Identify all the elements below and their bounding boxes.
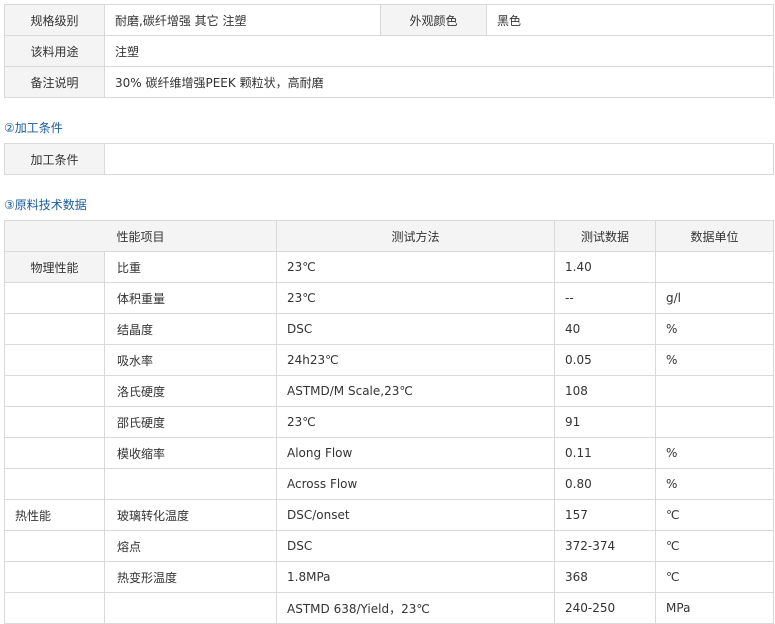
category-cell [4, 375, 105, 407]
table-row: 热变形温度 1.8MPa 368 ℃ [4, 561, 775, 593]
value-cell: 157 [554, 499, 657, 531]
method-cell: 1.8MPa [276, 561, 556, 593]
category-cell [4, 530, 105, 562]
header-unit: 数据单位 [655, 220, 775, 252]
processing-table: 加工条件 [4, 143, 774, 175]
value-cell: 91 [554, 406, 657, 438]
method-cell: DSC [276, 530, 556, 562]
unit-cell: MPa [655, 592, 775, 624]
unit-cell: % [655, 468, 775, 500]
unit-cell: ℃ [655, 561, 775, 593]
category-cell: 热性能 [4, 499, 105, 531]
value-cell: 240-250 [554, 592, 657, 624]
value-cell: -- [554, 282, 657, 314]
method-cell: Along Flow [276, 437, 556, 469]
processing-label: 加工条件 [4, 143, 105, 175]
table-row: 热性能 玻璃转化温度 DSC/onset 157 ℃ [4, 499, 775, 531]
table-row: 邵氏硬度 23℃ 91 [4, 406, 775, 438]
spec-row-note: 备注说明 30% 碳纤维增强PEEK 颗粒状，高耐磨 [4, 66, 774, 98]
item-cell: 模收缩率 [103, 437, 278, 469]
item-cell: 邵氏硬度 [103, 406, 278, 438]
method-cell: 24h23℃ [276, 344, 556, 376]
category-cell [4, 282, 105, 314]
grade-value: 耐磨,碳纤增强 其它 注塑 [104, 4, 381, 36]
item-cell [103, 592, 278, 624]
value-cell: 372-374 [554, 530, 657, 562]
value-cell: 0.05 [554, 344, 657, 376]
header-property: 性能项目 [3, 220, 278, 252]
unit-cell: g/l [655, 282, 775, 314]
note-value: 30% 碳纤维增强PEEK 颗粒状，高耐磨 [104, 66, 774, 98]
value-cell: 108 [554, 375, 657, 407]
tech-data-table: 性能项目 测试方法 测试数据 数据单位 物理性能 比重 23℃ 1.40 体积重量 23℃… [3, 220, 775, 624]
use-value: 注塑 [104, 35, 774, 67]
color-label: 外观颜色 [380, 4, 487, 36]
method-cell: ASTMD 638/Yield，23℃ [276, 592, 556, 624]
spec-row-use: 该料用途 注塑 [4, 35, 774, 67]
category-cell [4, 437, 105, 469]
value-cell: 368 [554, 561, 657, 593]
method-cell: Across Flow [276, 468, 556, 500]
category-cell: 物理性能 [4, 251, 105, 283]
value-cell: 1.40 [554, 251, 657, 283]
unit-cell: ℃ [655, 530, 775, 562]
unit-cell [655, 406, 775, 438]
unit-cell: % [655, 437, 775, 469]
table-row: ASTMD 638/Yield，23℃ 240-250 MPa [4, 592, 775, 624]
item-cell: 熔点 [103, 530, 278, 562]
method-cell: ASTMD/M Scale,23℃ [276, 375, 556, 407]
method-cell: 23℃ [276, 251, 556, 283]
unit-cell: % [655, 313, 775, 345]
processing-value [104, 143, 774, 175]
item-cell: 玻璃转化温度 [103, 499, 278, 531]
unit-cell: ℃ [655, 499, 775, 531]
category-cell [4, 344, 105, 376]
header-method: 测试方法 [276, 220, 556, 252]
table-row: 模收缩率 Along Flow 0.11% [4, 437, 775, 469]
table-row: 物理性能 比重 23℃ 1.40 [4, 251, 775, 283]
processing-row: 加工条件 [4, 143, 774, 175]
category-cell [4, 592, 105, 624]
method-cell: 23℃ [276, 406, 556, 438]
value-cell: 0.80 [554, 468, 657, 500]
method-cell: 23℃ [276, 282, 556, 314]
tech-data-heading: ③原料技术数据 [4, 198, 87, 212]
category-cell [4, 468, 105, 500]
category-cell [4, 313, 105, 345]
table-row: Across Flow 0.80% [4, 468, 775, 500]
item-cell [103, 468, 278, 500]
spec-table: 规格级别 耐磨,碳纤增强 其它 注塑 外观颜色 黑色 该料用途 注塑 备注说明 … [4, 4, 774, 98]
item-cell: 体积重量 [103, 282, 278, 314]
item-cell: 热变形温度 [103, 561, 278, 593]
header-value: 测试数据 [554, 220, 657, 252]
tech-header-row: 性能项目 测试方法 测试数据 数据单位 [3, 220, 775, 252]
use-label: 该料用途 [4, 35, 105, 67]
table-row: 熔点 DSC 372-374 ℃ [4, 530, 775, 562]
item-cell: 比重 [103, 251, 278, 283]
unit-cell: % [655, 344, 775, 376]
table-row: 吸水率 24h23℃ 0.05% [4, 344, 775, 376]
unit-cell [655, 251, 775, 283]
unit-cell [655, 375, 775, 407]
value-cell: 0.11 [554, 437, 657, 469]
item-cell: 结晶度 [103, 313, 278, 345]
color-value: 黑色 [486, 4, 774, 36]
table-row: 体积重量 23℃ -- g/l [4, 282, 775, 314]
category-cell [4, 406, 105, 438]
table-row: 结晶度 DSC 40% [4, 313, 775, 345]
processing-heading: ②加工条件 [4, 121, 63, 135]
category-cell [4, 561, 105, 593]
value-cell: 40 [554, 313, 657, 345]
item-cell: 洛氏硬度 [103, 375, 278, 407]
method-cell: DSC [276, 313, 556, 345]
spec-row-grade: 规格级别 耐磨,碳纤增强 其它 注塑 外观颜色 黑色 [4, 4, 774, 36]
table-row: 洛氏硬度 ASTMD/M Scale,23℃ 108 [4, 375, 775, 407]
method-cell: DSC/onset [276, 499, 556, 531]
note-label: 备注说明 [4, 66, 105, 98]
item-cell: 吸水率 [103, 344, 278, 376]
grade-label: 规格级别 [4, 4, 105, 36]
